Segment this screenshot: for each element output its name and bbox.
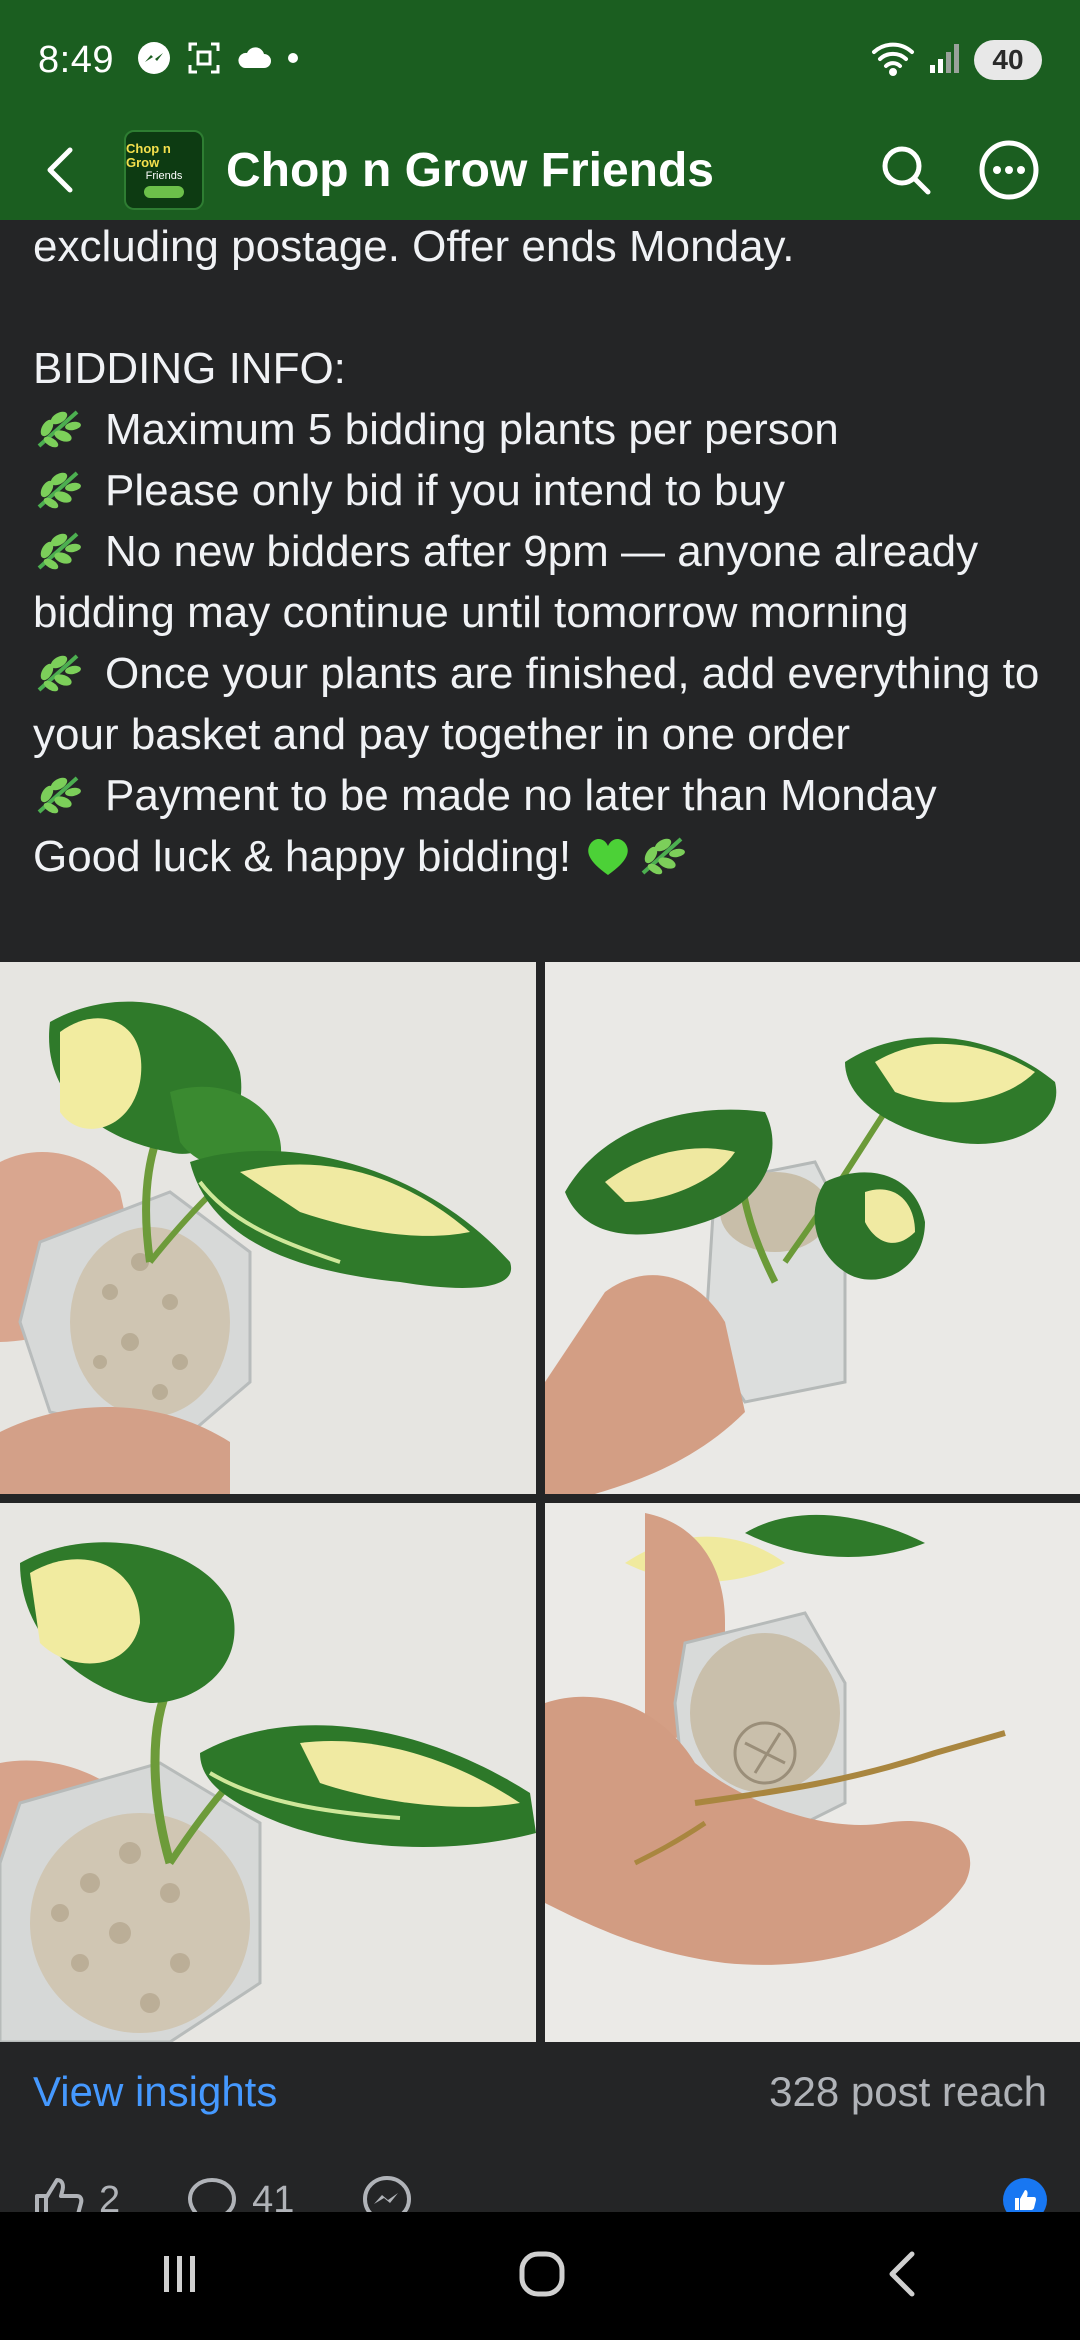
bullet-line: Payment to be made no later than Monday (33, 765, 1053, 826)
insights-row: View insights 328 post reach (0, 2042, 1080, 2142)
avatar-leaf-decoration (144, 186, 184, 198)
herb-icon (37, 471, 81, 509)
bullet-line: Once your plants are finished, add every… (33, 649, 1040, 759)
signal-icon (928, 41, 962, 80)
green-heart-icon (588, 839, 629, 875)
status-time: 8:49 (38, 38, 114, 81)
dot-icon (286, 51, 300, 70)
bidding-info-heading: BIDDING INFO: (33, 344, 346, 393)
photo-grid (0, 962, 1080, 2042)
search-icon (882, 146, 931, 195)
avatar-text-line2: Friends (145, 170, 183, 182)
herb-icon (37, 410, 81, 448)
post-reach-count: 328 post reach (769, 2068, 1047, 2115)
battery-icon: 40 (974, 40, 1042, 80)
back-nav-button[interactable] (880, 2248, 924, 2305)
bullet-line: Please only bid if you intend to buy (33, 460, 1053, 521)
herb-icon (37, 654, 81, 692)
search-button[interactable] (878, 142, 934, 198)
group-avatar[interactable]: Chop n Grow Friends (124, 130, 204, 210)
bullet-line: No new bidders after 9pm — anyone alread… (33, 527, 979, 637)
screenshot-icon (186, 40, 222, 81)
post-photo-1[interactable] (0, 962, 536, 1494)
group-title[interactable]: Chop n Grow Friends (226, 143, 714, 198)
herb-icon (37, 532, 81, 570)
cloud-icon (236, 44, 272, 77)
post-photo-2[interactable] (545, 962, 1080, 1494)
post-photo-3[interactable] (0, 1503, 536, 2042)
messenger-icon (136, 40, 172, 81)
header-actions (878, 139, 1040, 201)
home-icon (519, 2251, 565, 2296)
closing-line: Good luck & happy bidding! (33, 826, 1053, 887)
system-nav-bar (0, 2212, 1080, 2340)
status-icons-right: 40 (870, 40, 1042, 81)
more-options-button[interactable] (978, 139, 1040, 201)
post-photo-4[interactable] (545, 1503, 1080, 2042)
status-icons-left (136, 40, 300, 81)
herb-icon (642, 837, 686, 875)
home-button[interactable] (516, 2248, 568, 2305)
avatar-text-line1: Chop n Grow (126, 141, 171, 170)
thumbs-up-icon (1015, 2190, 1036, 2210)
back-button[interactable] (12, 120, 108, 220)
group-header: Chop n Grow Friends Chop n Grow Friends (0, 120, 1080, 220)
recent-apps-icon (164, 2255, 195, 2292)
wifi-icon (870, 40, 916, 81)
more-horizontal-icon (979, 140, 1039, 200)
post-body: excluding postage. Offer ends Monday. BI… (33, 216, 1053, 887)
recent-apps-button[interactable] (156, 2250, 204, 2303)
bullet-line: Maximum 5 bidding plants per person (33, 399, 1053, 460)
screen: 8:49 40 Chop n Grow Friends Chop n Grow … (0, 0, 1080, 2340)
status-bar: 8:49 40 (0, 0, 1080, 120)
herb-icon (37, 776, 81, 814)
chevron-left-icon (47, 147, 73, 193)
back-icon (889, 2251, 915, 2296)
view-insights-link[interactable]: View insights (33, 2068, 277, 2116)
post-line: excluding postage. Offer ends Monday. (33, 222, 795, 271)
